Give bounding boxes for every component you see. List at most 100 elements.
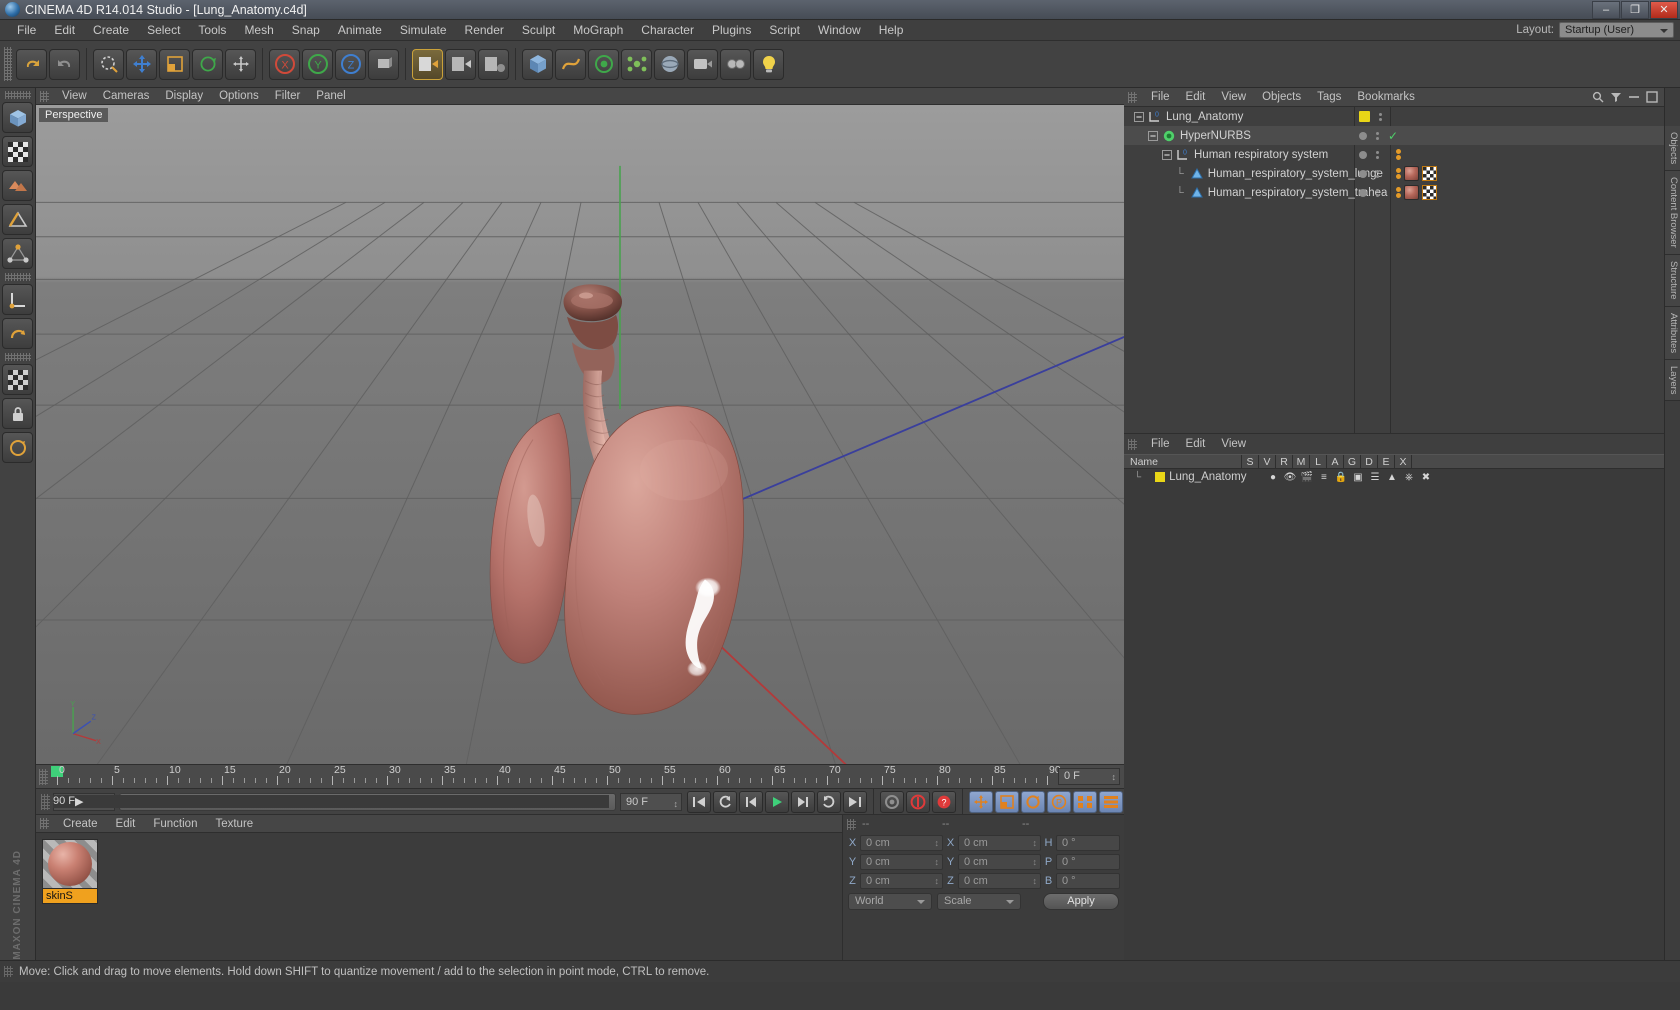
timeline-current-frame-field[interactable]: 0 F [1058, 768, 1120, 785]
layer-manager-icon[interactable]: ≡ [1315, 472, 1332, 483]
enabled-check-icon[interactable]: ✓ [1388, 129, 1398, 143]
layer-col-s[interactable]: S [1242, 455, 1259, 468]
live-selection-tool-button[interactable] [93, 48, 124, 80]
tag-dots-icon[interactable] [1396, 149, 1401, 160]
scale-tool-button[interactable] [159, 48, 190, 80]
layer-menu-view[interactable]: View [1213, 438, 1254, 450]
menu-item-render[interactable]: Render [456, 20, 513, 41]
position-y-input[interactable]: 0 cm [860, 853, 943, 870]
material-item[interactable]: skinS [42, 839, 98, 904]
rotate-tool-button[interactable] [192, 48, 223, 80]
visibility-dots-icon[interactable] [1376, 150, 1379, 159]
parameter-keying-button[interactable]: P [1047, 790, 1071, 813]
go-to-end-button[interactable] [843, 790, 867, 813]
dock-tab-structure[interactable]: Structure [1665, 254, 1680, 307]
size-x-input[interactable]: 0 cm [958, 834, 1041, 851]
dock-tab-attributes[interactable]: Attributes [1665, 306, 1680, 360]
size-y-input[interactable]: 0 cm [958, 853, 1041, 870]
menu-item-edit[interactable]: Edit [45, 20, 84, 41]
quantize-button[interactable] [2, 432, 33, 463]
menu-item-simulate[interactable]: Simulate [391, 20, 456, 41]
enable-axis-modification-button[interactable] [2, 318, 33, 349]
timeline-range-bar[interactable]: ◀ 0 F 90 F ▶ [53, 792, 616, 811]
object-row-lunge[interactable]: └ Human_respiratory_system_lunge [1124, 164, 1664, 183]
transport-grip[interactable] [41, 793, 50, 810]
object-menu-view[interactable]: View [1213, 91, 1254, 103]
filter-icon[interactable] [1610, 91, 1622, 103]
dock-tab-objects[interactable]: Objects [1665, 126, 1680, 172]
layer-render-icon[interactable]: 🎬 [1298, 472, 1315, 483]
tag-dots-icon[interactable] [1396, 187, 1401, 198]
material-menu-grip[interactable] [40, 818, 49, 829]
layer-xref-icon[interactable]: ✖ [1417, 472, 1434, 483]
left-toolbar-grip-2[interactable] [4, 273, 31, 281]
layer-solo-dot-icon[interactable]: ● [1264, 472, 1281, 483]
expand-collapse-icon[interactable] [1162, 149, 1172, 160]
object-menu-edit[interactable]: Edit [1178, 91, 1214, 103]
lock-z-axis-button[interactable]: Z [335, 48, 366, 80]
object-menu-bookmarks[interactable]: Bookmarks [1349, 91, 1423, 103]
render-region-button[interactable] [445, 48, 476, 80]
add-generator-object-button[interactable] [588, 48, 619, 80]
polygon-mode-button[interactable] [2, 170, 33, 201]
layer-generators-icon[interactable]: ☰ [1366, 472, 1383, 483]
undo-button[interactable] [16, 48, 47, 80]
layer-expressions-icon[interactable]: ⎈ [1400, 472, 1417, 483]
layer-manager-grip[interactable] [1128, 438, 1137, 450]
lock-workplane-button[interactable] [2, 398, 33, 429]
frame-end-field[interactable]: 90 F [620, 792, 682, 812]
material-tag-icon[interactable] [1404, 166, 1419, 181]
viewport-menu-grip[interactable] [40, 90, 49, 102]
visibility-dot[interactable] [1359, 131, 1367, 140]
go-to-previous-key-button[interactable] [713, 790, 737, 813]
point-level-animation-button[interactable] [1073, 790, 1097, 813]
material-tag-icon[interactable] [1404, 185, 1419, 200]
object-row-hypernurbs[interactable]: HyperNURBS ✓ [1124, 126, 1664, 145]
scale-keying-button[interactable] [995, 790, 1019, 813]
position-keying-button[interactable] [969, 790, 993, 813]
layer-lock-icon[interactable]: 🔒 [1332, 472, 1349, 483]
object-menu-file[interactable]: File [1143, 91, 1178, 103]
move-rotate-scale-tool-button[interactable] [225, 48, 256, 80]
viewport-menu-panel[interactable]: Panel [308, 90, 353, 102]
world-object-coordinate-button[interactable] [368, 48, 399, 80]
object-row-trahea[interactable]: └ Human_respiratory_system_trahea [1124, 183, 1664, 202]
step-back-button[interactable] [739, 790, 763, 813]
rotation-h-input[interactable]: 0 ° [1056, 834, 1120, 851]
object-menu-objects[interactable]: Objects [1254, 91, 1309, 103]
status-bar-grip[interactable] [4, 966, 13, 977]
uvw-tag-icon[interactable] [1422, 166, 1437, 181]
menu-item-window[interactable]: Window [809, 20, 870, 41]
object-manager-grip[interactable] [1128, 91, 1137, 103]
layer-col-d[interactable]: D [1361, 455, 1378, 468]
layer-menu-edit[interactable]: Edit [1178, 438, 1214, 450]
render-view-button[interactable] [412, 48, 443, 80]
rotation-b-input[interactable]: 0 ° [1056, 872, 1120, 889]
visibility-dot[interactable] [1359, 169, 1367, 178]
texture-mode-button[interactable] [2, 136, 33, 167]
menu-item-sculpt[interactable]: Sculpt [513, 20, 564, 41]
object-tree[interactable]: 0 Lung_Anatomy HyperNURBS ✓ 0 Human resp… [1124, 107, 1664, 433]
layer-col-m[interactable]: M [1293, 455, 1310, 468]
redo-button[interactable] [49, 48, 80, 80]
layer-col-r[interactable]: R [1276, 455, 1293, 468]
layer-col-name[interactable]: Name [1124, 455, 1242, 468]
tag-dots-icon[interactable] [1396, 168, 1401, 179]
apply-button[interactable]: Apply [1043, 893, 1119, 910]
add-light-object-button[interactable] [753, 48, 784, 80]
viewport-menu-cameras[interactable]: Cameras [95, 90, 158, 102]
viewport-solo-button[interactable] [2, 364, 33, 395]
menu-item-plugins[interactable]: Plugins [703, 20, 760, 41]
menu-item-script[interactable]: Script [760, 20, 809, 41]
object-row-human-respiratory-system[interactable]: 0 Human respiratory system [1124, 145, 1664, 164]
coordinate-space-dropdown[interactable]: World [848, 893, 932, 910]
move-tool-button[interactable] [126, 48, 157, 80]
material-name-label[interactable]: skinS [42, 889, 98, 904]
menu-item-create[interactable]: Create [84, 20, 138, 41]
maximize-panel-icon[interactable] [1646, 91, 1658, 103]
autokeying-button[interactable] [906, 790, 930, 813]
layout-dropdown[interactable]: Startup (User) [1559, 22, 1674, 38]
coordinate-mode-dropdown[interactable]: Scale [937, 893, 1021, 910]
visibility-dots-icon[interactable] [1379, 112, 1382, 121]
visibility-dot[interactable] [1359, 188, 1367, 197]
